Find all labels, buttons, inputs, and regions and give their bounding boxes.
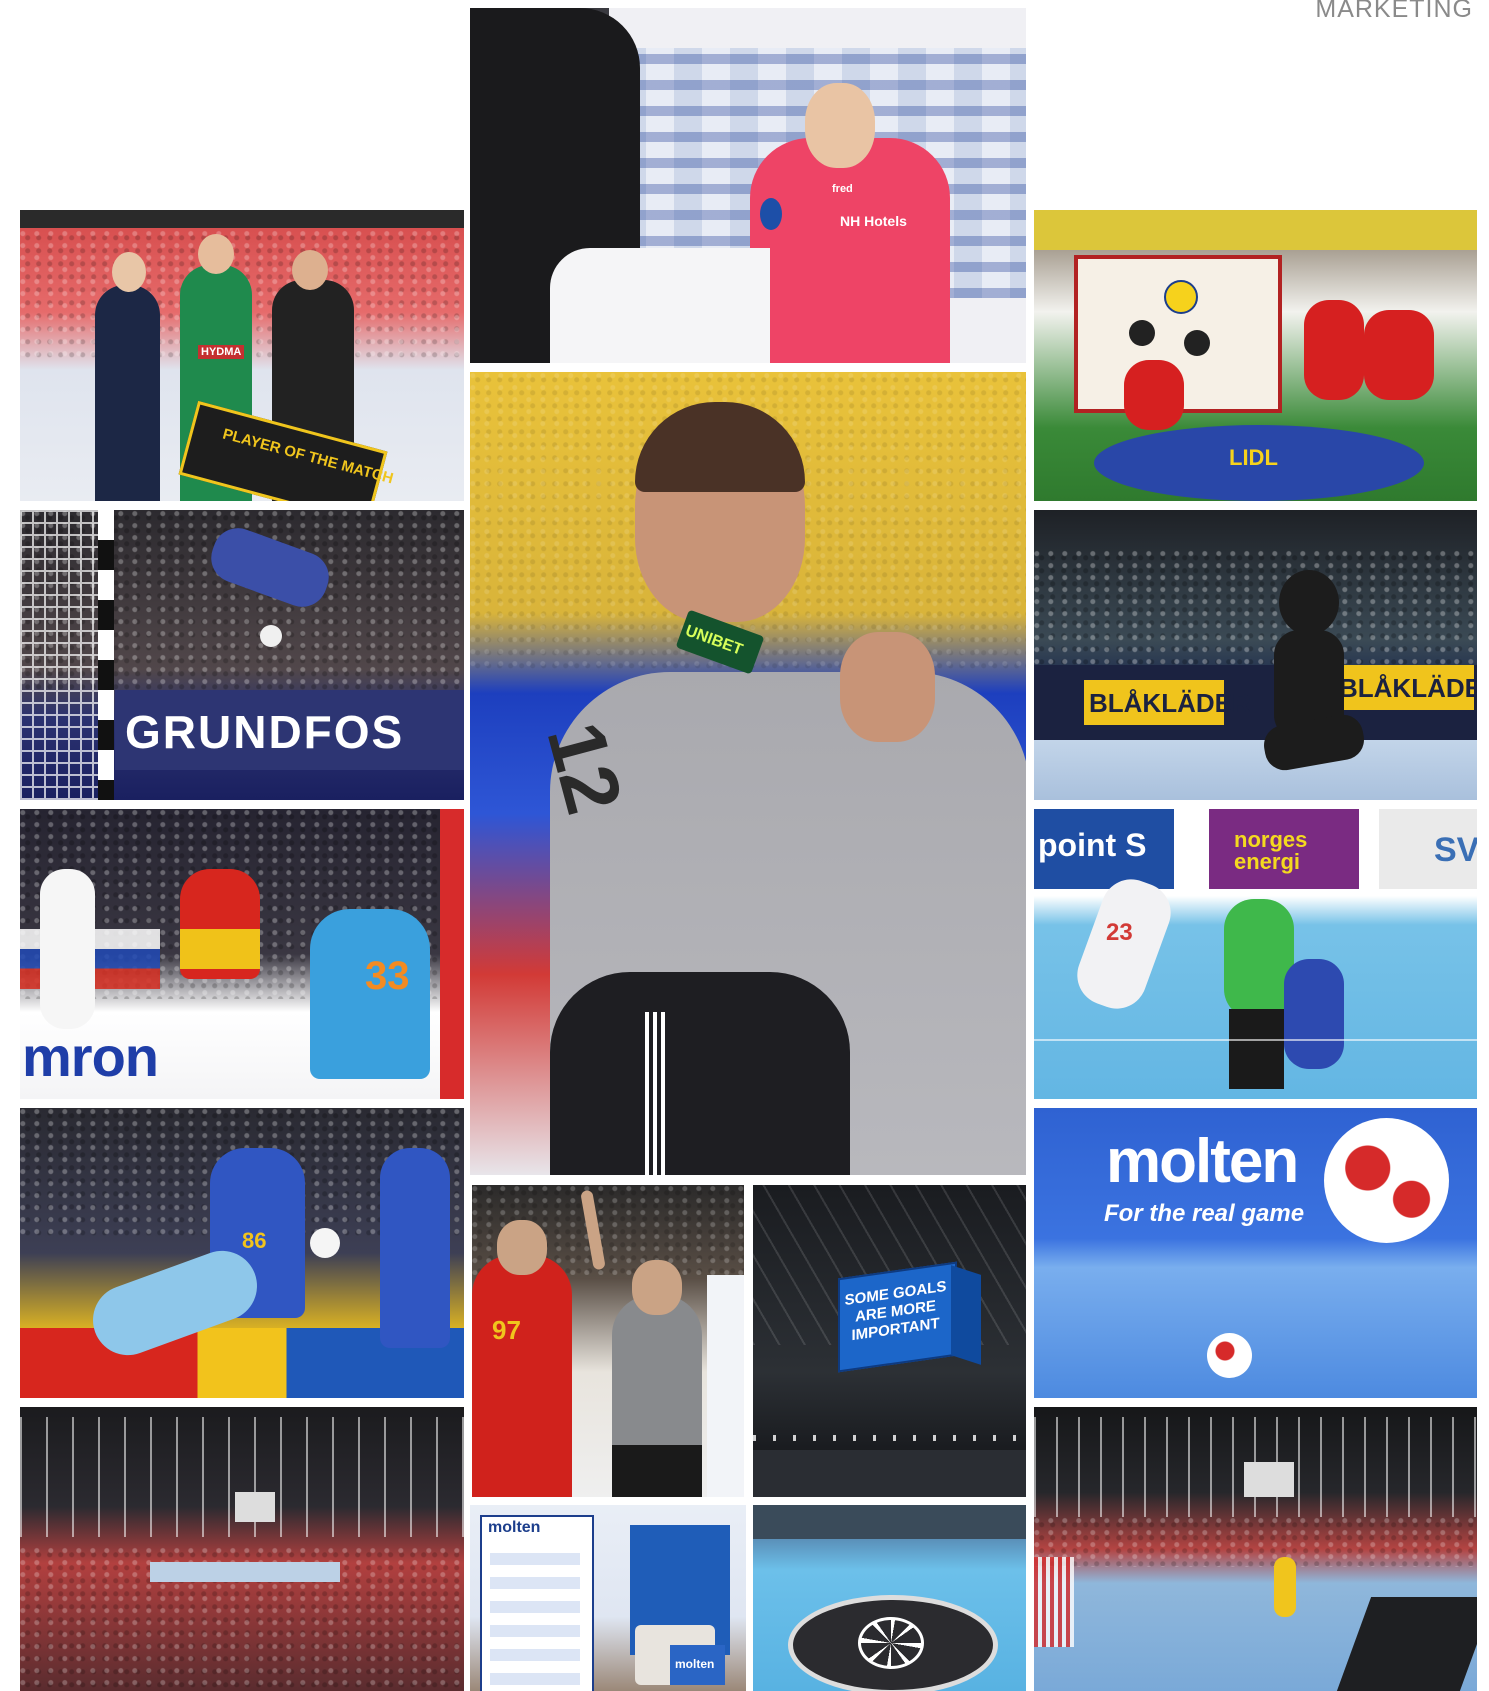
- photo-molten-display: molten molten: [470, 1505, 746, 1691]
- photo-court-logo: [753, 1505, 1026, 1691]
- blaklader-board-right: BLÅKLÄDER: [1339, 673, 1477, 703]
- board-point-s: point S: [1038, 827, 1147, 863]
- photo-fan-activation: LIDL: [1034, 210, 1477, 501]
- photo-referee: 97: [472, 1185, 744, 1497]
- molten-display-brand: molten: [488, 1519, 541, 1536]
- photo-grundfos-save: GRUNDFOS: [20, 510, 464, 800]
- molten-tagline: For the real game: [1104, 1200, 1305, 1227]
- photo-goalkeeper-celebration: UNIBET 12: [470, 372, 1026, 1175]
- photo-mascot-arena: BLÅKLÄDER BLÅKLÄDER: [1034, 510, 1477, 800]
- photo-arena-wide: [1034, 1407, 1477, 1691]
- board-sv: SV: [1434, 831, 1477, 869]
- shirt-sponsor: NH Hotels: [840, 213, 907, 229]
- marketing-label: MARKETING: [1315, 0, 1473, 23]
- photo-arena-crowd: [20, 1407, 464, 1691]
- sponsor-text: HYDMA: [198, 345, 245, 359]
- referee-photo-number: 97: [492, 1315, 521, 1345]
- photo-player-of-match: HYDMA PLAYER OF THE MATCH: [20, 210, 464, 501]
- photo-scoreboard: SOME GOALS ARE MORE IMPORTANT: [753, 1185, 1026, 1497]
- molten-box-brand: molten: [675, 1657, 715, 1671]
- photo-spain-attack: mron 33: [20, 809, 464, 1099]
- photo-interview: NH Hotels fred: [470, 8, 1026, 363]
- norway-player-number: 23: [1106, 919, 1133, 946]
- photo-argentina-shot: 86: [20, 1108, 464, 1398]
- molten-brand: molten: [1106, 1127, 1299, 1196]
- photo-molten-ball: molten For the real game: [1034, 1108, 1477, 1398]
- jersey-number-33: 33: [365, 954, 410, 998]
- lidl-brand: LIDL: [1229, 445, 1278, 470]
- board-text-mron: mron: [22, 1025, 159, 1088]
- photo-norway-shot: point S norges energi SV 23: [1034, 809, 1477, 1099]
- jersey-number-86: 86: [242, 1228, 267, 1253]
- mic-text: fred: [832, 183, 853, 195]
- blaklader-board-left: BLÅKLÄDER: [1089, 688, 1251, 718]
- board-norges-energi: norges energi: [1234, 827, 1308, 874]
- grundfos-board-text: GRUNDFOS: [125, 706, 405, 758]
